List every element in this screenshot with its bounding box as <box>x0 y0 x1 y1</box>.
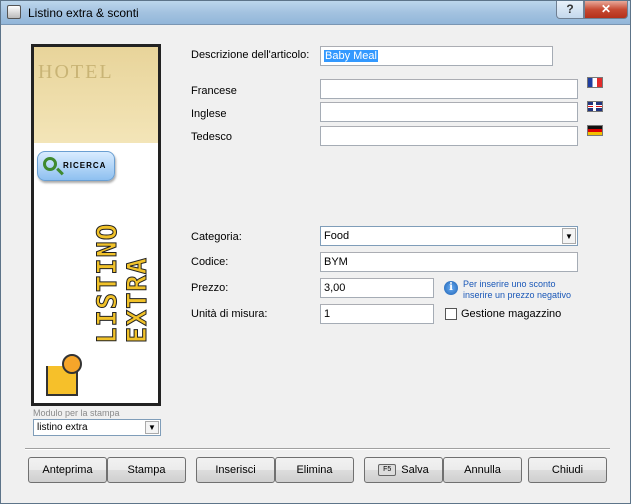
chevron-down-icon[interactable]: ▼ <box>562 228 576 244</box>
flag-germany-icon <box>587 125 603 136</box>
codice-input[interactable]: BYM <box>320 252 578 272</box>
categoria-value: Food <box>324 230 350 242</box>
inglese-label: Inglese <box>191 108 227 120</box>
anteprima-button[interactable]: Anteprima <box>28 457 107 483</box>
info-icon: i <box>444 281 458 295</box>
lemon-slice <box>62 354 82 374</box>
sconto-hint: Per inserire uno sconto inserire un prez… <box>463 279 571 301</box>
annulla-button[interactable]: Annulla <box>443 457 522 483</box>
unita-value: 1 <box>324 308 331 320</box>
dialog-content: HOTEL RICERCA LISTINO EXTRA Modulo per l… <box>7 31 624 499</box>
flag-uk-icon <box>587 101 603 112</box>
listino-extra-banner: HOTEL RICERCA LISTINO EXTRA <box>31 44 161 406</box>
button-separator <box>25 448 610 450</box>
categoria-label: Categoria: <box>191 231 242 243</box>
gestione-magazzino-label: Gestione magazzino <box>461 308 562 320</box>
descrizione-label: Descrizione dell'articolo: <box>191 49 310 61</box>
codice-value: BYM <box>324 256 348 268</box>
sconto-hint-line1: Per inserire uno sconto <box>463 279 556 289</box>
flag-france-icon <box>587 77 603 88</box>
sconto-hint-line2: inserire un prezzo negativo <box>463 290 572 300</box>
codice-label: Codice: <box>191 256 229 268</box>
inglese-input[interactable] <box>320 102 578 122</box>
inserisci-button[interactable]: Inserisci <box>196 457 275 483</box>
window-title: Listino extra & sconti <box>28 6 139 20</box>
logo-line-extra: EXTRA <box>122 257 154 344</box>
stampa-button[interactable]: Stampa <box>107 457 186 483</box>
francese-input[interactable] <box>320 79 578 99</box>
prezzo-label: Prezzo: <box>191 282 229 294</box>
logo-line-listino: LISTINO <box>92 223 124 345</box>
search-button[interactable]: RICERCA <box>37 151 115 181</box>
app-icon <box>7 5 21 19</box>
descrizione-input[interactable]: Baby Meal <box>320 46 553 66</box>
search-button-label: RICERCA <box>63 161 107 170</box>
categoria-select[interactable]: Food ▼ <box>320 226 578 246</box>
tedesco-label: Tedesco <box>191 131 232 143</box>
tedesco-input[interactable] <box>320 126 578 146</box>
unita-input[interactable]: 1 <box>320 304 434 324</box>
chiudi-button[interactable]: Chiudi <box>528 457 607 483</box>
salva-label: Salva <box>401 464 429 476</box>
title-bar: Listino extra & sconti ? ✕ <box>1 1 630 25</box>
prezzo-value: 3,00 <box>324 282 346 294</box>
hotel-banner-text: HOTEL <box>38 61 114 83</box>
chevron-down-icon[interactable]: ▼ <box>145 421 159 434</box>
prezzo-input[interactable]: 3,00 <box>320 278 434 298</box>
listino-extra-logo: LISTINO EXTRA <box>92 223 154 393</box>
search-icon <box>43 157 57 171</box>
close-button[interactable]: ✕ <box>584 1 628 19</box>
drink-icon <box>42 352 82 396</box>
descrizione-value: Baby Meal <box>324 50 378 62</box>
gestione-magazzino-checkbox[interactable] <box>445 308 457 320</box>
help-button[interactable]: ? <box>556 1 584 19</box>
modulo-stampa-value: listino extra <box>37 422 88 433</box>
modulo-stampa-select[interactable]: listino extra ▼ <box>33 419 161 436</box>
modulo-stampa-label: Modulo per la stampa <box>33 408 120 418</box>
francese-label: Francese <box>191 85 237 97</box>
f5-key-icon: F5 <box>378 464 397 477</box>
elimina-button[interactable]: Elimina <box>275 457 354 483</box>
hotel-banner-image: HOTEL <box>34 47 158 143</box>
unita-label: Unità di misura: <box>191 308 268 320</box>
salva-button[interactable]: F5 Salva <box>364 457 443 483</box>
window: Listino extra & sconti ? ✕ HOTEL RICERCA… <box>0 0 631 504</box>
